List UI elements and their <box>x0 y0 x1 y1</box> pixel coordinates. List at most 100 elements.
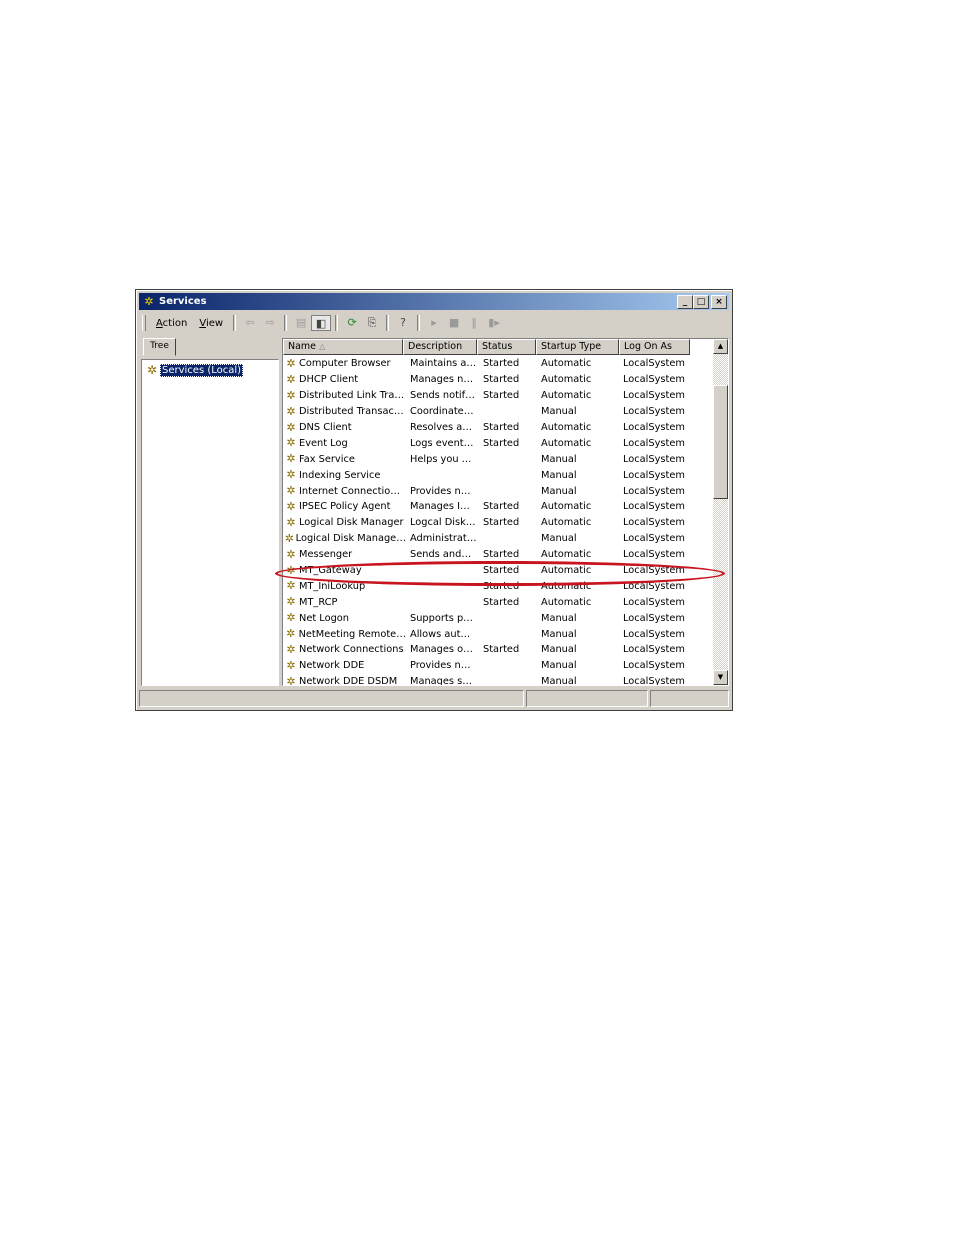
table-row[interactable]: ✲ IPSEC Policy Agent Manages I… Started Auto… <box>283 499 713 515</box>
scroll-down-icon[interactable]: ▼ <box>713 670 728 685</box>
title-bar[interactable]: ✲ Services _ □ × <box>139 293 729 310</box>
cell-name: ✲ Logical Disk Manage… <box>284 531 406 545</box>
table-row[interactable]: ✲ Fax Service Helps you … Manual LocalSystem <box>283 451 713 467</box>
menu-action[interactable]: Action <box>150 318 193 329</box>
table-row[interactable]: ✲ Indexing Service Manual LocalSystem <box>283 467 713 483</box>
cell-status: Started <box>483 517 520 529</box>
table-row[interactable]: ✲ Network DDE Provides n… Manual LocalSystem <box>283 658 713 674</box>
restart-service-icon[interactable]: ▮▸ <box>484 315 504 331</box>
start-service-icon[interactable]: ▸ <box>424 315 444 331</box>
table-row[interactable]: ✲ Logical Disk Manage… Administrat… Manual L… <box>283 531 713 547</box>
window-title: Services <box>159 296 207 307</box>
cell-name: ✲ MT_RCP <box>283 595 406 609</box>
table-row[interactable]: ✲ MT_IniLookup Started Automatic LocalSystem <box>283 578 713 594</box>
table-row[interactable]: ✲ Network Connections Manages o… Started Man… <box>283 642 713 658</box>
service-gear-icon: ✲ <box>286 372 296 386</box>
column-header-name[interactable]: Name △ <box>283 339 403 355</box>
cell-startup-type: Automatic <box>541 358 592 370</box>
scroll-up-icon[interactable]: ▲ <box>713 339 728 354</box>
table-row[interactable]: ✲ MT_RCP Started Automatic LocalSystem <box>283 594 713 610</box>
scrollbar-thumb[interactable] <box>713 385 728 499</box>
up-folder-icon[interactable]: ▤ <box>291 315 311 331</box>
column-header-status[interactable]: Status <box>477 339 536 355</box>
cell-status: Started <box>483 358 520 370</box>
cell-description: Coordinate… <box>410 406 474 418</box>
column-header-log-on-as[interactable]: Log On As <box>619 339 690 355</box>
help-icon[interactable]: ? <box>393 315 413 331</box>
table-row[interactable]: ✲ Logical Disk Manager Logcal Disk… Started… <box>283 515 713 531</box>
table-row[interactable]: ✲ Network DDE DSDM Manages s… Manual LocalSy… <box>283 674 713 686</box>
cell-log-on-as: LocalSystem <box>623 501 685 513</box>
maximize-button[interactable]: □ <box>693 295 709 309</box>
service-gear-icon: ✲ <box>286 579 296 593</box>
toolbar-separator <box>386 315 390 331</box>
export-list-icon[interactable]: ⎘ <box>362 315 382 331</box>
cell-description: Administrat… <box>410 533 477 545</box>
service-gear-icon: ✲ <box>286 468 296 482</box>
service-gear-icon: ✲ <box>286 420 296 434</box>
toolbar-separator <box>417 315 421 331</box>
back-arrow-icon[interactable]: ⇦ <box>240 315 260 331</box>
table-row[interactable]: ✲ MT_Gateway Started Automatic LocalSystem <box>283 563 713 579</box>
services-gear-icon: ✲ <box>146 363 158 377</box>
cell-name: ✲ MT_Gateway <box>283 564 406 578</box>
table-row[interactable]: ✲ Computer Browser Maintains a… Started Auto… <box>283 356 713 372</box>
table-row[interactable]: ✲ DNS Client Resolves a… Started Automatic Lo… <box>283 420 713 436</box>
cell-status: Started <box>483 596 520 608</box>
stop-service-icon[interactable]: ■ <box>444 315 464 331</box>
service-gear-icon: ✲ <box>286 658 296 672</box>
vertical-scrollbar[interactable]: ▲ ▼ <box>713 339 728 685</box>
cell-startup-type: Manual <box>541 676 577 686</box>
tab-tree[interactable]: Tree <box>143 338 176 356</box>
refresh-icon[interactable]: ⟳ <box>342 315 362 331</box>
cell-name: ✲ Network DDE DSDM <box>283 675 406 685</box>
tree-pane: ✲ Services (Local) <box>141 359 279 686</box>
table-row[interactable]: ✲ Messenger Sends and… Started Automatic Loca… <box>283 547 713 563</box>
service-gear-icon: ✲ <box>286 563 296 577</box>
table-row[interactable]: ✲ Distributed Link Tra… Sends notif… Starte… <box>283 388 713 404</box>
cell-log-on-as: LocalSystem <box>623 358 685 370</box>
cell-description: Supports p… <box>410 612 473 624</box>
cell-log-on-as: LocalSystem <box>623 437 685 449</box>
column-header-startup-type[interactable]: Startup Type <box>536 339 619 355</box>
table-row[interactable]: ✲ Event Log Logs event… Started Automatic Loc… <box>283 435 713 451</box>
cell-name: ✲ NetMeeting Remote… <box>283 627 406 641</box>
show-hide-tree-icon[interactable]: ◧ <box>311 315 332 331</box>
minimize-button[interactable]: _ <box>677 295 693 309</box>
cell-name: ✲ Indexing Service <box>283 468 406 482</box>
toolbar: Action View ⇦ ⇨ ▤ ◧ ⟳ ⎘ ? ▸ ■ ‖ ▮▸ <box>139 312 729 334</box>
cell-description: Logs event… <box>410 437 474 449</box>
cell-log-on-as: LocalSystem <box>623 453 685 465</box>
table-row[interactable]: ✲ Net Logon Supports p… Manual LocalSystem <box>283 610 713 626</box>
cell-name: ✲ Computer Browser <box>283 357 406 371</box>
cell-startup-type: Automatic <box>541 390 592 402</box>
cell-status: Started <box>483 580 520 592</box>
table-row[interactable]: ✲ Distributed Transac… Coordinate… Manual Lo… <box>283 404 713 420</box>
column-header-row: Name △ Description Status Startup Type L… <box>283 339 713 355</box>
cell-status: Started <box>483 565 520 577</box>
cell-name: ✲ Distributed Transac… <box>283 405 406 419</box>
service-gear-icon: ✲ <box>286 642 296 656</box>
cell-description: Maintains a… <box>410 358 477 370</box>
cell-name: ✲ Net Logon <box>283 611 406 625</box>
toolbar-separator <box>233 315 237 331</box>
pause-service-icon[interactable]: ‖ <box>464 315 484 331</box>
column-header-description[interactable]: Description <box>403 339 477 355</box>
cell-name: ✲ MT_IniLookup <box>283 579 406 593</box>
close-button[interactable]: × <box>711 295 727 309</box>
table-row[interactable]: ✲ NetMeeting Remote… Allows aut… Manual Loca… <box>283 626 713 642</box>
table-row[interactable]: ✲ DHCP Client Manages n… Started Automatic Lo… <box>283 372 713 388</box>
forward-arrow-icon[interactable]: ⇨ <box>260 315 280 331</box>
tree-item-services-local[interactable]: ✲ Services (Local) <box>144 363 244 377</box>
cell-startup-type: Automatic <box>541 501 592 513</box>
table-row[interactable]: ✲ Internet Connectio… Provides n… Manual Loc… <box>283 483 713 499</box>
cell-status: Started <box>483 437 520 449</box>
status-bar <box>139 690 729 707</box>
menu-view[interactable]: View <box>193 318 229 329</box>
service-gear-icon: ✲ <box>284 531 294 545</box>
toolbar-grip[interactable] <box>142 315 146 331</box>
service-gear-icon: ✲ <box>286 499 296 513</box>
cell-startup-type: Manual <box>541 660 577 672</box>
cell-startup-type: Manual <box>541 628 577 640</box>
cell-log-on-as: LocalSystem <box>623 676 685 686</box>
